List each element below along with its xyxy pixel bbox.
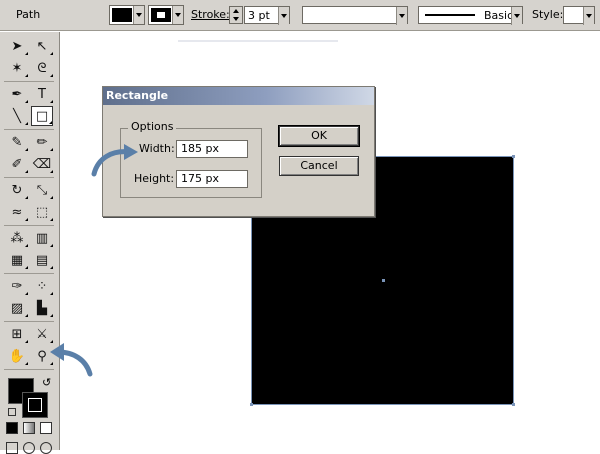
control-bar: Path Stroke: 3 pt Basic Style: bbox=[0, 0, 600, 31]
style-label: Style: bbox=[532, 8, 564, 21]
artboard-tool-icon[interactable]: ⊞ bbox=[6, 324, 28, 344]
anchor-point[interactable] bbox=[250, 403, 253, 406]
anchor-point[interactable] bbox=[512, 155, 515, 158]
stroke-weight-stepper[interactable] bbox=[229, 6, 243, 24]
tools-separator bbox=[4, 321, 54, 322]
pencil-tool-icon[interactable]: ✏ bbox=[31, 132, 53, 152]
eyedropper-tool-icon[interactable]: ✑ bbox=[6, 276, 28, 296]
fill-swatch bbox=[112, 8, 132, 22]
cancel-button[interactable]: Cancel bbox=[279, 156, 359, 176]
paintbrush-tool-icon[interactable]: ✎ bbox=[6, 132, 28, 152]
chevron-down-icon bbox=[396, 7, 407, 25]
stroke-color-dropdown[interactable] bbox=[148, 5, 184, 25]
tools-separator bbox=[4, 273, 54, 274]
mesh-tool-icon[interactable]: ▦ bbox=[6, 250, 28, 270]
chevron-down-icon bbox=[133, 6, 144, 24]
tools-separator bbox=[4, 81, 54, 82]
width-label: Width: bbox=[139, 142, 175, 155]
variable-width-dropdown[interactable] bbox=[302, 6, 408, 25]
hand-tool-icon[interactable]: ✋ bbox=[6, 346, 28, 366]
chevron-down-icon bbox=[583, 7, 594, 25]
center-point bbox=[382, 279, 385, 282]
rotate-tool-icon[interactable]: ↻ bbox=[6, 180, 28, 200]
type-tool-icon[interactable]: T bbox=[31, 84, 53, 104]
fill-color-dropdown[interactable] bbox=[109, 5, 145, 25]
gradient-tool-icon[interactable]: ▤ bbox=[31, 250, 53, 270]
symbol-sprayer-tool-icon[interactable]: ⁂ bbox=[6, 228, 28, 248]
column-graph-tool-icon[interactable]: ▨ bbox=[6, 298, 28, 318]
default-colors-icon[interactable] bbox=[8, 408, 16, 416]
none-mode-icon[interactable] bbox=[40, 422, 52, 434]
annotation-arrow-icon bbox=[50, 343, 93, 377]
color-mode-icon[interactable] bbox=[6, 422, 18, 434]
stroke-swatch bbox=[151, 8, 171, 22]
draw-behind-icon[interactable] bbox=[23, 442, 35, 454]
tools-panel: ➤ ↖ ✶ ᘓ ✒ T ╲ □ ✎ ✏ ✐ ⌫ ↻ ⤡ ≈ ⬚ ⁂ ▥ ▦ ▤ ✑ ⁘ ▨ ▙ ⊞ ⚔ ✋ ⚲ ↺ bbox=[0, 32, 60, 454]
ok-button[interactable]: OK bbox=[278, 125, 360, 147]
graphic-style-dropdown[interactable] bbox=[563, 6, 595, 25]
width-input[interactable]: 185 px bbox=[176, 140, 248, 158]
stroke-label[interactable]: Stroke: bbox=[191, 8, 230, 21]
gradient-mode-icon[interactable] bbox=[23, 422, 35, 434]
height-label: Height: bbox=[134, 172, 175, 185]
height-input[interactable]: 175 px bbox=[176, 170, 248, 188]
tools-separator bbox=[4, 129, 54, 130]
brush-stroke-preview bbox=[425, 14, 475, 16]
selection-tool-icon[interactable]: ➤ bbox=[6, 36, 28, 56]
canvas-artifact bbox=[178, 40, 338, 42]
chevron-down-icon bbox=[172, 6, 183, 24]
bar-graph-tool-icon[interactable]: ▙ bbox=[31, 298, 53, 318]
stroke-weight-field[interactable]: 3 pt bbox=[244, 6, 290, 25]
tools-separator bbox=[4, 177, 54, 178]
object-type-label: Path bbox=[16, 8, 41, 21]
free-transform-tool-icon[interactable]: ⬚ bbox=[31, 202, 53, 222]
options-group-label: Options bbox=[128, 120, 177, 133]
rectangle-tool-icon[interactable]: □ bbox=[31, 106, 53, 126]
eraser-tool-icon[interactable]: ⌫ bbox=[31, 154, 53, 174]
annotation-arrow-icon bbox=[91, 144, 138, 177]
draw-inside-icon[interactable] bbox=[40, 442, 52, 454]
scale-tool-icon[interactable]: ⤡ bbox=[31, 180, 53, 200]
stroke-weight-value: 3 pt bbox=[248, 9, 270, 22]
tools-separator bbox=[4, 225, 54, 226]
brush-definition-dropdown[interactable]: Basic bbox=[418, 6, 523, 25]
warp-tool-icon[interactable]: ≈ bbox=[6, 202, 28, 222]
draw-normal-icon[interactable] bbox=[6, 442, 18, 454]
rectangle-dialog: Rectangle Options Width: 185 px Height: … bbox=[102, 86, 375, 217]
brush-style-value: Basic bbox=[484, 9, 514, 22]
lasso-tool-icon[interactable]: ᘓ bbox=[31, 58, 53, 78]
blend-tool-icon[interactable]: ⁘ bbox=[31, 276, 53, 296]
dialog-title: Rectangle bbox=[103, 87, 374, 105]
anchor-point[interactable] bbox=[512, 403, 515, 406]
blob-brush-tool-icon[interactable]: ✐ bbox=[6, 154, 28, 174]
stroke-color-box[interactable] bbox=[22, 392, 48, 418]
magic-wand-tool-icon[interactable]: ✶ bbox=[6, 58, 28, 78]
direct-selection-tool-icon[interactable]: ↖ bbox=[31, 36, 53, 56]
pen-tool-icon[interactable]: ✒ bbox=[6, 84, 28, 104]
chevron-down-icon bbox=[278, 7, 289, 25]
graph-tool-icon[interactable]: ▥ bbox=[31, 228, 53, 248]
chevron-down-icon bbox=[511, 7, 522, 25]
line-tool-icon[interactable]: ╲ bbox=[6, 106, 28, 126]
